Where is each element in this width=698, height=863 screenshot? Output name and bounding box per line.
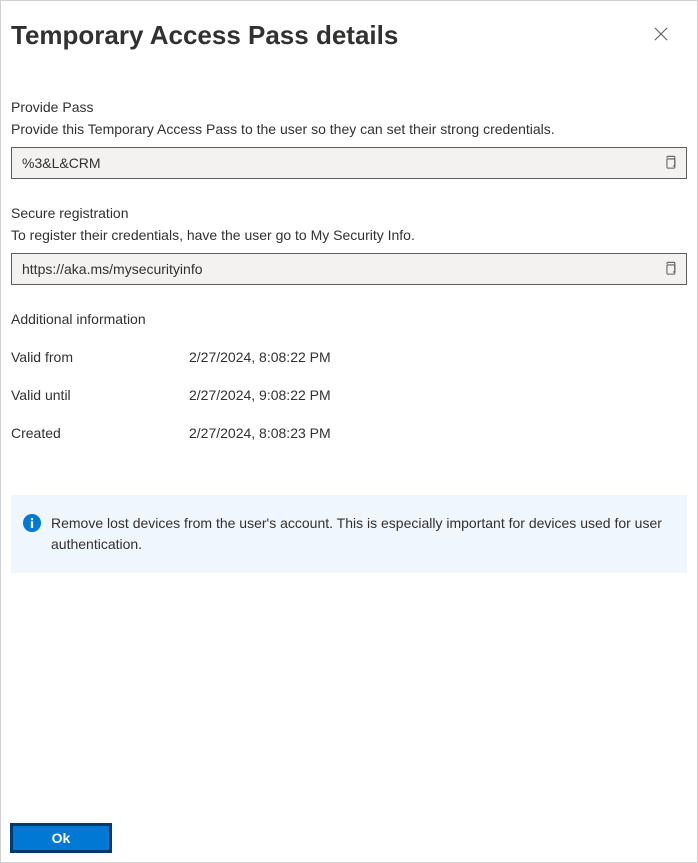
pass-field <box>11 147 687 179</box>
info-row-created: Created 2/27/2024, 8:08:23 PM <box>11 425 687 441</box>
info-value: 2/27/2024, 8:08:23 PM <box>189 425 331 441</box>
copy-icon <box>663 261 677 278</box>
dialog-content: Provide Pass Provide this Temporary Acce… <box>1 59 697 573</box>
pass-input[interactable] <box>12 155 654 171</box>
close-button[interactable] <box>645 19 677 51</box>
provide-pass-heading: Provide Pass <box>11 99 687 115</box>
info-label: Valid from <box>11 349 189 365</box>
ok-button[interactable]: Ok <box>11 824 111 852</box>
copy-url-button[interactable] <box>654 254 686 284</box>
registration-url-input[interactable] <box>12 261 654 277</box>
info-value: 2/27/2024, 9:08:22 PM <box>189 387 331 403</box>
secure-registration-heading: Secure registration <box>11 205 687 221</box>
provide-pass-description: Provide this Temporary Access Pass to th… <box>11 121 687 137</box>
info-value: 2/27/2024, 8:08:22 PM <box>189 349 331 365</box>
dialog-title: Temporary Access Pass details <box>11 20 398 51</box>
dialog-header: Temporary Access Pass details <box>1 1 697 59</box>
close-icon <box>654 27 668 44</box>
dialog-footer: Ok <box>11 824 111 852</box>
copy-icon <box>663 155 677 172</box>
additional-info-heading: Additional information <box>11 311 687 327</box>
additional-info-section: Additional information Valid from 2/27/2… <box>11 311 687 441</box>
secure-registration-section: Secure registration To register their cr… <box>11 205 687 285</box>
info-banner: Remove lost devices from the user's acco… <box>11 495 687 573</box>
secure-registration-description: To register their credentials, have the … <box>11 227 687 243</box>
banner-message: Remove lost devices from the user's acco… <box>51 513 671 555</box>
registration-url-field <box>11 253 687 285</box>
copy-pass-button[interactable] <box>654 148 686 178</box>
provide-pass-section: Provide Pass Provide this Temporary Acce… <box>11 99 687 179</box>
info-icon <box>23 514 41 532</box>
info-label: Valid until <box>11 387 189 403</box>
info-row-valid-from: Valid from 2/27/2024, 8:08:22 PM <box>11 349 687 365</box>
info-label: Created <box>11 425 189 441</box>
info-row-valid-until: Valid until 2/27/2024, 9:08:22 PM <box>11 387 687 403</box>
